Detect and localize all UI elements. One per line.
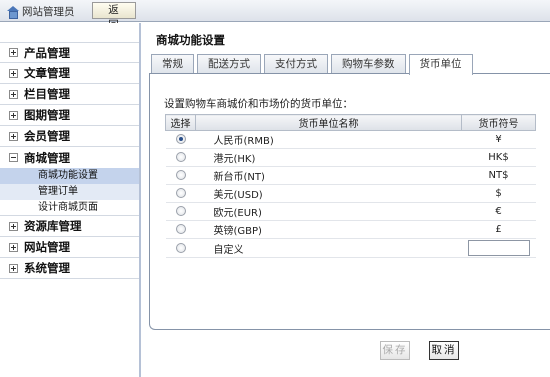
- expand-plus-icon[interactable]: [9, 242, 18, 252]
- expand-plus-icon[interactable]: [9, 263, 18, 273]
- currency-name: 港元(HK): [195, 148, 462, 167]
- currency-name: 英镑(GBP): [195, 220, 462, 239]
- table-row: 人民币(RMB) ¥: [165, 130, 536, 149]
- collapse-minus-icon[interactable]: [9, 153, 18, 162]
- sidebar-item-label: 图期管理: [24, 108, 70, 122]
- sidebar-item-label: 网站管理: [24, 240, 70, 254]
- tab-general[interactable]: 常规: [151, 54, 194, 74]
- tab-currency[interactable]: 货币单位: [408, 54, 473, 75]
- sidebar-item-periodicals[interactable]: 图期管理: [0, 105, 139, 126]
- expand-plus-icon[interactable]: [9, 48, 18, 57]
- sidebar-subitem-design-pages[interactable]: 设计商城页面: [0, 200, 139, 216]
- currency-name: 新台币(NT): [195, 166, 462, 185]
- tab-cart-params[interactable]: 购物车参数: [331, 54, 406, 74]
- sidebar-item-articles[interactable]: 文章管理: [0, 63, 139, 84]
- currency-symbol: $: [461, 184, 536, 203]
- back-button[interactable]: 返 回: [92, 2, 136, 31]
- expand-plus-icon[interactable]: [9, 221, 18, 231]
- currency-symbol: NT$: [461, 166, 536, 185]
- sidebar-item-system[interactable]: 系统管理: [0, 258, 139, 279]
- sidebar-subitem-mall-settings[interactable]: 商城功能设置: [0, 168, 139, 184]
- currency-panel: 设置购物车商城价和市场价的货币单位： 选择 货币单位名称 货币符号 人民币(RM…: [149, 73, 550, 330]
- column-header-name: 货币单位名称: [195, 114, 462, 131]
- sidebar-item-mall[interactable]: 商城管理: [0, 147, 139, 168]
- table-row: 港元(HK) HK$: [165, 148, 536, 167]
- expand-plus-icon[interactable]: [9, 131, 18, 141]
- currency-radio-gbp[interactable]: [175, 224, 186, 234]
- currency-symbol: €: [461, 202, 536, 221]
- sidebar-item-label: 文章管理: [24, 66, 70, 80]
- tab-bar: 常规 配送方式 支付方式 购物车参数 货币单位: [151, 54, 473, 75]
- currency-name: 自定义: [195, 238, 462, 258]
- sidebar-item-members[interactable]: 会员管理: [0, 126, 139, 147]
- expand-plus-icon[interactable]: [9, 89, 18, 99]
- sidebar-item-resources[interactable]: 资源库管理: [0, 216, 139, 237]
- currency-radio-rmb[interactable]: [175, 134, 186, 144]
- site-admin-label: 网站管理员: [22, 5, 75, 18]
- currency-name: 人民币(RMB): [195, 130, 462, 149]
- home-icon: [6, 5, 19, 19]
- table-row: 自定义: [165, 238, 536, 258]
- currency-radio-nt[interactable]: [175, 170, 186, 180]
- sidebar-item-columns[interactable]: 栏目管理: [0, 84, 139, 105]
- save-button[interactable]: 保存: [380, 341, 410, 360]
- currency-table: 选择 货币单位名称 货币符号 人民币(RMB) ¥ 港元(HK) HK$ 新台币…: [165, 114, 536, 258]
- expand-plus-icon[interactable]: [9, 110, 18, 120]
- top-bar: 网站管理员 返 回: [0, 0, 550, 31]
- sidebar-item-label: 商城管理: [24, 150, 70, 165]
- table-row: 美元(USD) $: [165, 184, 536, 203]
- sidebar-subitem-orders[interactable]: 管理订单: [0, 184, 139, 200]
- expand-plus-icon[interactable]: [9, 68, 18, 78]
- sidebar-item-website[interactable]: 网站管理: [0, 237, 139, 258]
- currency-symbol: HK$: [461, 148, 536, 167]
- tab-payment[interactable]: 支付方式: [264, 54, 328, 74]
- sidebar-item-label: 产品管理: [24, 45, 70, 60]
- currency-name: 欧元(EUR): [195, 202, 462, 221]
- custom-symbol-input[interactable]: [467, 240, 530, 256]
- column-header-select: 选择: [165, 114, 196, 131]
- currency-description: 设置购物车商城价和市场价的货币单位：: [164, 98, 353, 110]
- sidebar-item-label: 资源库管理: [24, 219, 82, 233]
- sidebar-item-label: 会员管理: [24, 129, 70, 143]
- sidebar-item-label: 系统管理: [24, 261, 70, 275]
- currency-radio-eur[interactable]: [175, 206, 186, 216]
- currency-radio-usd[interactable]: [175, 188, 186, 198]
- currency-name: 美元(USD): [195, 184, 462, 203]
- table-row: 英镑(GBP) £: [165, 220, 536, 239]
- tab-shipping[interactable]: 配送方式: [197, 54, 261, 74]
- currency-symbol: £: [461, 220, 536, 239]
- currency-radio-custom[interactable]: [175, 242, 186, 253]
- column-header-symbol: 货币符号: [461, 114, 536, 131]
- sidebar: 产品管理 文章管理 栏目管理 图期管理 会员管理 商城管理 商城功能设置 管理订…: [0, 23, 141, 377]
- cancel-button[interactable]: 取消: [429, 341, 459, 360]
- site-admin-tab[interactable]: 网站管理员: [4, 2, 79, 20]
- table-row: 新台币(NT) NT$: [165, 166, 536, 185]
- table-row: 欧元(EUR) €: [165, 202, 536, 221]
- sidebar-item-label: 栏目管理: [24, 87, 70, 101]
- sidebar-item-products[interactable]: 产品管理: [0, 42, 139, 63]
- main-content: 商城功能设置 常规 配送方式 支付方式 购物车参数 货币单位 设置购物车商城价和…: [143, 23, 550, 377]
- currency-symbol: ¥: [461, 130, 536, 149]
- page-title: 商城功能设置: [156, 33, 225, 47]
- currency-radio-hk[interactable]: [175, 152, 186, 162]
